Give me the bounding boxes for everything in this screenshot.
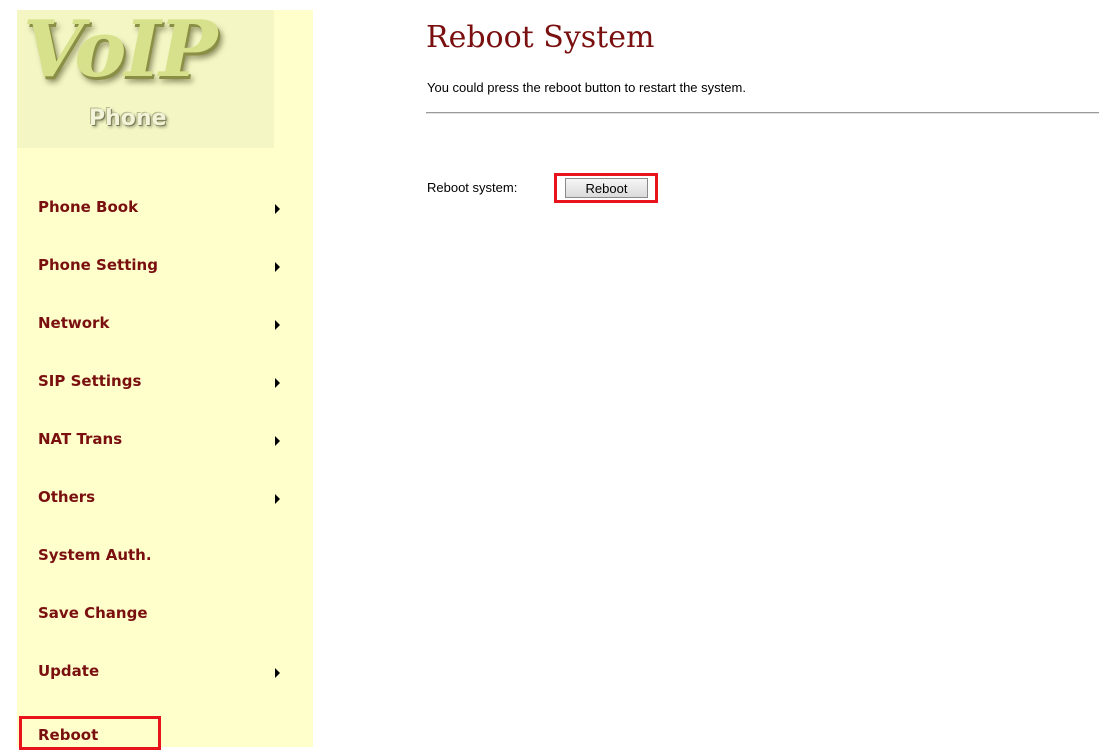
sidebar-item-save-change[interactable]: Save Change <box>17 598 313 628</box>
sidebar-item-nat-trans[interactable]: NAT Trans <box>17 424 313 454</box>
sidebar-item-label: Reboot <box>38 726 99 744</box>
logo-voip-text: VoIP <box>23 4 218 95</box>
sidebar-item-phone-setting[interactable]: Phone Setting <box>17 250 313 280</box>
sidebar-item-network[interactable]: Network <box>17 308 313 338</box>
sidebar-item-label: Save Change <box>38 604 148 622</box>
divider <box>426 112 1099 114</box>
sidebar-item-label: NAT Trans <box>38 430 123 448</box>
sidebar-item-update[interactable]: Update <box>17 656 313 686</box>
caret-right-icon <box>275 204 280 214</box>
caret-right-icon <box>275 494 280 504</box>
reboot-button-highlight: Reboot <box>554 173 658 203</box>
caret-right-icon <box>275 262 280 272</box>
caret-right-icon <box>275 320 280 330</box>
voip-phone-logo: VoIP Phone <box>17 4 274 148</box>
sidebar-item-others[interactable]: Others <box>17 482 313 512</box>
page-title: Reboot System <box>426 20 655 55</box>
reboot-system-label: Reboot system: <box>427 180 518 195</box>
sidebar-item-label: Others <box>38 488 96 506</box>
sidebar-item-phone-book[interactable]: Phone Book <box>17 192 313 222</box>
sidebar-item-label: Phone Book <box>38 198 139 216</box>
sidebar-item-label: Update <box>38 662 100 680</box>
sidebar-item-label: Network <box>38 314 110 332</box>
sidebar-item-reboot[interactable]: Reboot <box>19 716 161 750</box>
sidebar-item-sip-settings[interactable]: SIP Settings <box>17 366 313 396</box>
caret-right-icon <box>275 668 280 678</box>
logo-phone-text: Phone <box>89 106 167 131</box>
caret-right-icon <box>275 378 280 388</box>
sidebar: VoIP Phone Phone Book Phone Setting Netw… <box>17 4 313 750</box>
sidebar-item-label: System Auth. <box>38 546 152 564</box>
sidebar-item-system-auth[interactable]: System Auth. <box>17 540 313 570</box>
sidebar-item-label: Phone Setting <box>38 256 158 274</box>
sidebar-item-label: SIP Settings <box>38 372 142 390</box>
reboot-button[interactable]: Reboot <box>565 178 648 198</box>
caret-right-icon <box>275 436 280 446</box>
page-description: You could press the reboot button to res… <box>427 80 746 95</box>
